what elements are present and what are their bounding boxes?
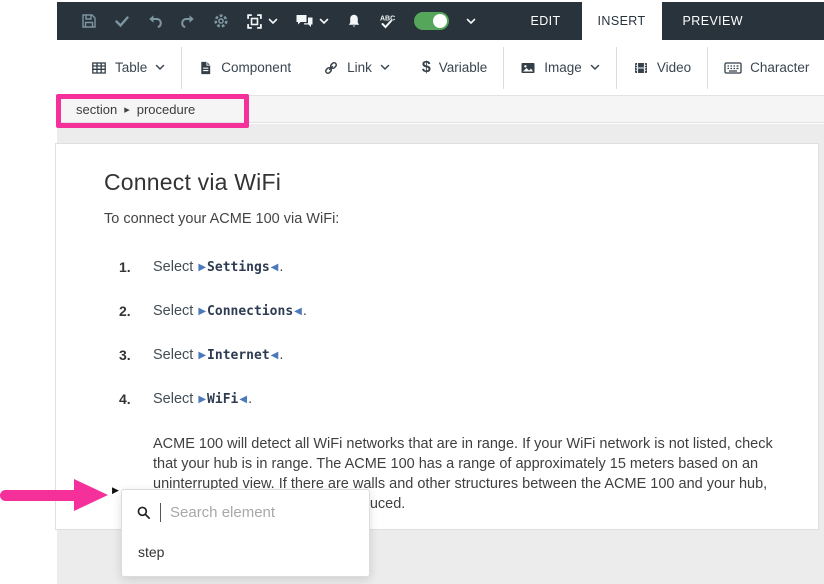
step-number: 4. bbox=[119, 390, 153, 410]
redo-button[interactable] bbox=[180, 13, 196, 29]
text-cursor bbox=[160, 503, 161, 522]
component-icon bbox=[198, 60, 213, 76]
step-number: 2. bbox=[119, 302, 153, 322]
step-number: 1. bbox=[119, 258, 153, 278]
insert-table-label: Table bbox=[115, 60, 147, 75]
table-icon bbox=[91, 60, 107, 76]
fullscreen-button[interactable] bbox=[246, 13, 278, 30]
approve-button[interactable] bbox=[114, 13, 130, 29]
chevron-down-icon bbox=[268, 18, 278, 25]
guilabel-element: Settings bbox=[207, 260, 270, 275]
element-search-row bbox=[122, 490, 369, 535]
approve-check-icon bbox=[114, 13, 130, 29]
spellcheck-options-button[interactable] bbox=[466, 18, 476, 25]
procedure-step-4: 4. Select ▶WiFi◀. bbox=[119, 390, 768, 410]
notifications-button[interactable] bbox=[346, 13, 362, 29]
step-text: Select ▶Internet◀. bbox=[153, 346, 283, 366]
undo-button[interactable] bbox=[147, 13, 163, 29]
element-close-marker: ◀ bbox=[239, 394, 247, 405]
settings-gear-icon bbox=[213, 13, 229, 29]
fullscreen-icon bbox=[246, 13, 263, 30]
procedure-step-1: 1. Select ▶Settings◀. bbox=[119, 258, 768, 278]
tab-preview[interactable]: PREVIEW bbox=[662, 2, 764, 40]
comments-icon bbox=[295, 13, 314, 29]
insert-image-button[interactable]: Image bbox=[504, 40, 616, 95]
spellcheck-toggle[interactable] bbox=[414, 12, 449, 30]
chevron-down-icon bbox=[155, 64, 165, 71]
guilabel-element: WiFi bbox=[207, 392, 238, 407]
image-icon bbox=[520, 60, 536, 76]
step-text: Select ▶Connections◀. bbox=[153, 302, 307, 322]
document-title: Connect via WiFi bbox=[104, 169, 768, 196]
spellcheck-icon: ABC bbox=[379, 13, 397, 30]
element-open-marker: ▶ bbox=[198, 394, 206, 405]
chevron-down-icon bbox=[380, 64, 390, 71]
insert-character-label: Character bbox=[750, 60, 809, 75]
guilabel-element: Internet bbox=[207, 348, 270, 363]
video-icon bbox=[633, 60, 649, 76]
variable-icon: $ bbox=[422, 59, 431, 77]
breadcrumb-item-section[interactable]: section bbox=[76, 102, 117, 117]
redo-icon bbox=[180, 13, 196, 29]
insert-component-label: Component bbox=[221, 60, 291, 75]
annotation-arrow bbox=[0, 490, 77, 501]
step-number: 3. bbox=[119, 346, 153, 366]
insert-video-label: Video bbox=[657, 60, 691, 75]
toolbar-icon-row: ABC bbox=[57, 2, 476, 40]
tab-edit[interactable]: EDIT bbox=[509, 2, 581, 40]
element-search-input[interactable] bbox=[170, 504, 355, 521]
element-open-marker: ▶ bbox=[198, 306, 206, 317]
insert-variable-button[interactable]: $ Variable bbox=[406, 40, 503, 95]
tab-insert[interactable]: INSERT bbox=[582, 2, 662, 40]
comments-button[interactable] bbox=[295, 13, 329, 29]
save-button[interactable] bbox=[81, 13, 97, 29]
intro-paragraph: To connect your ACME 100 via WiFi: bbox=[104, 211, 768, 227]
search-icon bbox=[136, 505, 151, 520]
insert-image-label: Image bbox=[544, 60, 582, 75]
undo-icon bbox=[147, 13, 163, 29]
insert-toolbar: Table Component Link $ Variable Image Vi… bbox=[57, 40, 824, 96]
breadcrumb: section ▸ procedure bbox=[57, 96, 824, 123]
insert-component-button[interactable]: Component bbox=[182, 40, 307, 95]
save-icon bbox=[81, 13, 97, 29]
step-text: Select ▶Settings◀. bbox=[153, 258, 283, 278]
breadcrumb-item-procedure[interactable]: procedure bbox=[137, 102, 196, 117]
element-open-marker: ▶ bbox=[198, 350, 206, 361]
insert-variable-label: Variable bbox=[439, 60, 488, 75]
chevron-down-icon bbox=[319, 18, 329, 25]
spellcheck-button[interactable]: ABC bbox=[379, 13, 397, 30]
element-close-marker: ◀ bbox=[294, 306, 302, 317]
insertion-caret-icon[interactable]: ▶ bbox=[112, 485, 119, 496]
editor-canvas[interactable]: Connect via WiFi To connect your ACME 10… bbox=[55, 143, 819, 530]
character-keyboard-icon bbox=[724, 61, 742, 75]
element-open-marker: ▶ bbox=[198, 262, 206, 273]
top-toolbar: ABC EDIT INSERT PREVIEW bbox=[57, 2, 824, 40]
element-option-step[interactable]: step bbox=[122, 535, 369, 576]
chevron-down-icon bbox=[590, 64, 600, 71]
guilabel-element: Connections bbox=[207, 304, 293, 319]
procedure-step-3: 3. Select ▶Internet◀. bbox=[119, 346, 768, 366]
element-close-marker: ◀ bbox=[271, 262, 279, 273]
breadcrumb-separator-icon: ▸ bbox=[124, 103, 130, 116]
settings-button[interactable] bbox=[213, 13, 229, 29]
procedure-step-2: 2. Select ▶Connections◀. bbox=[119, 302, 768, 322]
svg-text:ABC: ABC bbox=[380, 15, 395, 22]
insert-character-button[interactable]: Character bbox=[708, 40, 824, 95]
notifications-bell-icon bbox=[346, 13, 362, 29]
link-icon bbox=[323, 60, 339, 76]
toggle-knob bbox=[433, 14, 447, 28]
step-text: Select ▶WiFi◀. bbox=[153, 390, 252, 410]
chevron-down-icon bbox=[466, 18, 476, 25]
element-dropdown: step bbox=[121, 489, 370, 577]
insert-table-button[interactable]: Table bbox=[75, 40, 181, 95]
insert-link-label: Link bbox=[347, 60, 372, 75]
mode-tabs: EDIT INSERT PREVIEW bbox=[509, 2, 824, 40]
annotation-arrow-head bbox=[74, 479, 108, 511]
insert-link-button[interactable]: Link bbox=[307, 40, 406, 95]
element-close-marker: ◀ bbox=[271, 350, 279, 361]
insert-video-button[interactable]: Video bbox=[617, 40, 707, 95]
tabs-spacer bbox=[764, 2, 824, 40]
